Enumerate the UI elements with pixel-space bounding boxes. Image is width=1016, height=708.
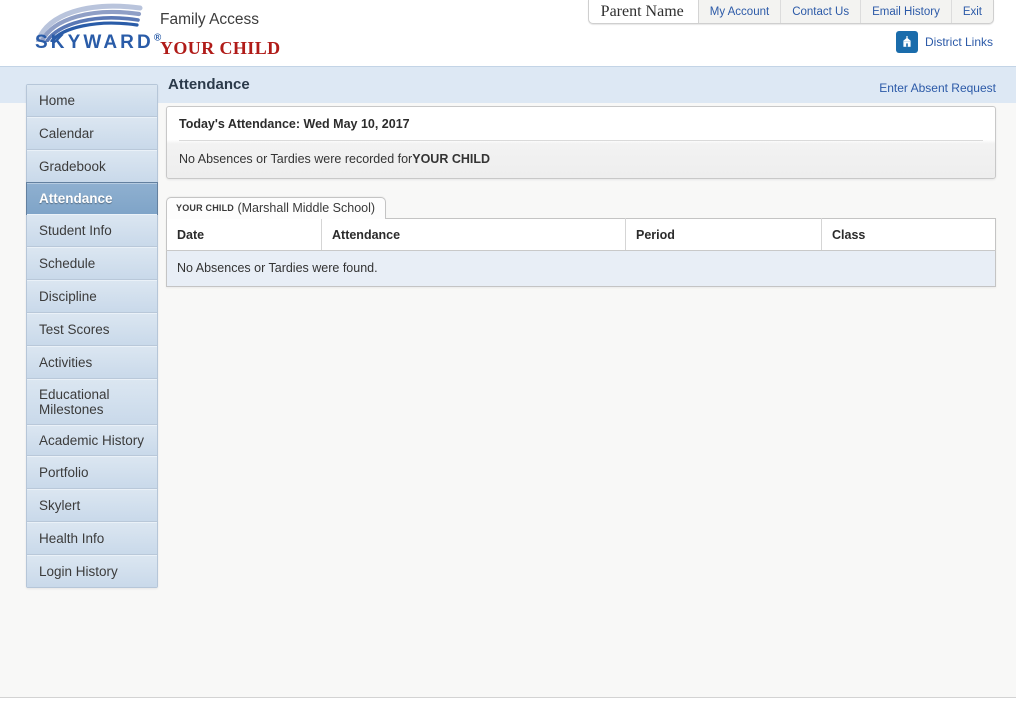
- sidebar-item-label: Login History: [39, 564, 118, 579]
- page-root: SKYWARD® Family Access YOUR CHILD Parent…: [0, 0, 1016, 708]
- app-title: Family Access: [160, 11, 260, 28]
- enter-absent-request-link[interactable]: Enter Absent Request: [879, 81, 996, 95]
- sidebar-item-attendance[interactable]: Attendance: [26, 182, 158, 215]
- sidebar-item-login-history[interactable]: Login History: [27, 555, 157, 587]
- sidebar-item-label: Schedule: [39, 256, 96, 271]
- nav-link-email-history[interactable]: Email History: [860, 0, 951, 23]
- column-header-attendance[interactable]: Attendance: [321, 218, 626, 251]
- sidebar-item-label: Skylert: [39, 498, 81, 513]
- sidebar-item-label: Attendance: [39, 191, 113, 206]
- sidebar-item-label: Gradebook: [39, 159, 106, 174]
- sidebar-item-label: Educational Milestones: [39, 387, 110, 417]
- table-header-row: Date Attendance Period Class: [166, 218, 996, 251]
- sidebar-item-label: Discipline: [39, 289, 97, 304]
- todays-attendance-message: No Absences or Tardies were recorded for…: [167, 141, 995, 178]
- sidebar-item-label: Test Scores: [39, 322, 110, 337]
- sidebar-item-label: Academic History: [39, 433, 145, 448]
- district-links-button[interactable]: District Links: [895, 31, 993, 53]
- brand-block: SKYWARD® Family Access YOUR CHILD: [24, 2, 324, 62]
- content-header: Attendance Enter Absent Request: [166, 74, 996, 100]
- sidebar-item-schedule[interactable]: Schedule: [27, 247, 157, 280]
- tab-student-marshall-middle-school[interactable]: YOUR CHILD (Marshall Middle School): [166, 197, 387, 219]
- sidebar-item-health-info[interactable]: Health Info: [27, 522, 157, 555]
- attendance-table-body: No Absences or Tardies were found.: [166, 250, 996, 287]
- attendance-table: Date Attendance Period Class No Absences…: [166, 218, 996, 287]
- parent-name-label: Parent Name: [588, 0, 699, 23]
- sidebar-item-home[interactable]: Home: [27, 85, 157, 117]
- sidebar-item-label: Calendar: [39, 126, 94, 141]
- student-tab-strip: YOUR CHILD (Marshall Middle School): [166, 196, 996, 219]
- main-content: Attendance Enter Absent Request Today's …: [166, 74, 996, 287]
- tab-school-name: (Marshall Middle School): [237, 201, 376, 215]
- nav-link-my-account[interactable]: My Account: [699, 0, 780, 23]
- sidebar-item-discipline[interactable]: Discipline: [27, 280, 157, 313]
- empty-state-message: No Absences or Tardies were found.: [166, 250, 996, 287]
- sidebar-item-label: Portfolio: [39, 465, 89, 480]
- sidebar-item-educational-milestones[interactable]: Educational Milestones: [27, 379, 157, 425]
- sidebar-item-label: Home: [39, 93, 76, 108]
- sidebar-item-portfolio[interactable]: Portfolio: [27, 456, 157, 489]
- sidebar-item-label: Health Info: [39, 531, 105, 546]
- sidebar-item-activities[interactable]: Activities: [27, 346, 157, 379]
- todays-attendance-panel: Today's Attendance: Wed May 10, 2017 No …: [166, 106, 996, 179]
- message-child-name: YOUR CHILD: [412, 152, 491, 166]
- sidebar-item-label: Activities: [39, 355, 93, 370]
- sidebar-item-label: Student Info: [39, 223, 112, 238]
- attendance-table-head: Date Attendance Period Class: [166, 218, 996, 251]
- column-header-date[interactable]: Date: [166, 218, 322, 251]
- tab-child-name: YOUR CHILD: [176, 203, 234, 213]
- todays-attendance-heading: Today's Attendance: Wed May 10, 2017: [179, 117, 410, 131]
- district-links-label: District Links: [924, 35, 993, 49]
- column-header-class[interactable]: Class: [821, 218, 996, 251]
- sidebar-navigation: Home Calendar Gradebook Attendance Stude…: [26, 84, 158, 588]
- student-name-title: YOUR CHILD: [160, 38, 281, 58]
- sidebar-item-gradebook[interactable]: Gradebook: [27, 150, 157, 183]
- nav-link-contact-us[interactable]: Contact Us: [780, 0, 860, 23]
- message-prefix: No Absences or Tardies were recorded for: [179, 152, 413, 166]
- page-title: Attendance: [168, 76, 250, 93]
- table-row: No Absences or Tardies were found.: [166, 250, 996, 287]
- skyward-wordmark: SKYWARD®: [35, 32, 161, 54]
- sidebar-item-student-info[interactable]: Student Info: [27, 214, 157, 247]
- skyward-wordmark-text: SKYWARD: [35, 32, 154, 53]
- top-header-bar: SKYWARD® Family Access YOUR CHILD Parent…: [0, 0, 1016, 66]
- top-navigation: Parent Name My Account Contact Us Email …: [587, 0, 994, 24]
- column-header-period[interactable]: Period: [625, 218, 822, 251]
- sidebar-item-academic-history[interactable]: Academic History: [27, 425, 157, 456]
- school-building-icon: [895, 31, 918, 53]
- sidebar-item-skylert[interactable]: Skylert: [27, 489, 157, 522]
- sidebar-item-test-scores[interactable]: Test Scores: [27, 313, 157, 346]
- footer-area: [0, 698, 1016, 708]
- sidebar-item-calendar[interactable]: Calendar: [27, 117, 157, 150]
- nav-link-exit[interactable]: Exit: [950, 0, 993, 23]
